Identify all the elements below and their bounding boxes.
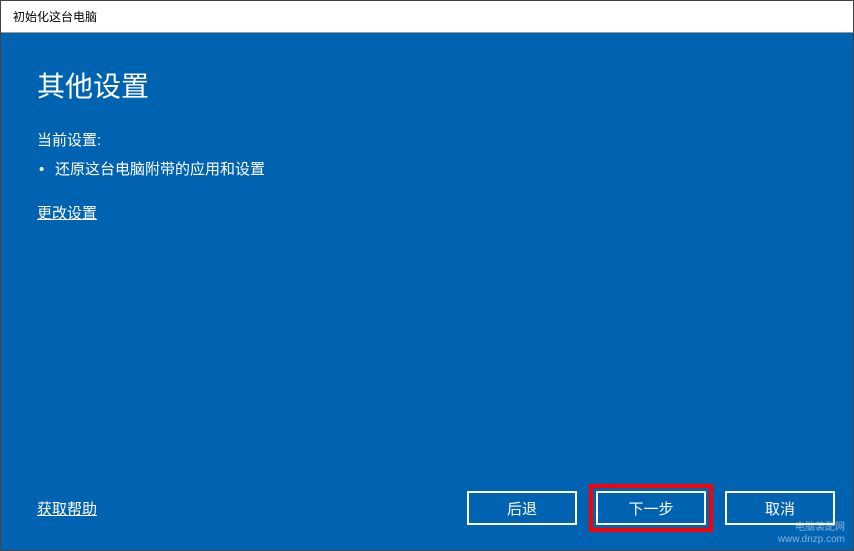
- current-settings-label: 当前设置:: [37, 129, 817, 150]
- help-link[interactable]: 获取帮助: [37, 498, 97, 519]
- cancel-button[interactable]: 取消: [725, 491, 835, 525]
- title-bar: 初始化这台电脑: [1, 1, 853, 33]
- page-heading: 其他设置: [37, 65, 817, 105]
- next-button[interactable]: 下一步: [596, 491, 706, 525]
- window-title: 初始化这台电脑: [13, 8, 97, 25]
- next-button-highlight: 下一步: [589, 484, 713, 532]
- back-button[interactable]: 后退: [467, 491, 577, 525]
- footer: 获取帮助 后退 下一步 取消: [37, 484, 835, 532]
- reset-pc-dialog: 初始化这台电脑 其他设置 当前设置: 还原这台电脑附带的应用和设置 更改设置 获…: [0, 0, 854, 551]
- settings-item: 还原这台电脑附带的应用和设置: [37, 158, 817, 182]
- content-area: 其他设置 当前设置: 还原这台电脑附带的应用和设置 更改设置 获取帮助 后退 下…: [1, 33, 853, 550]
- watermark: 电脑装配网 www.dnzp.com: [778, 522, 845, 546]
- watermark-line2: www.dnzp.com: [778, 534, 845, 546]
- settings-list: 还原这台电脑附带的应用和设置: [37, 158, 817, 182]
- watermark-line1: 电脑装配网: [778, 522, 845, 534]
- change-settings-link[interactable]: 更改设置: [37, 202, 97, 223]
